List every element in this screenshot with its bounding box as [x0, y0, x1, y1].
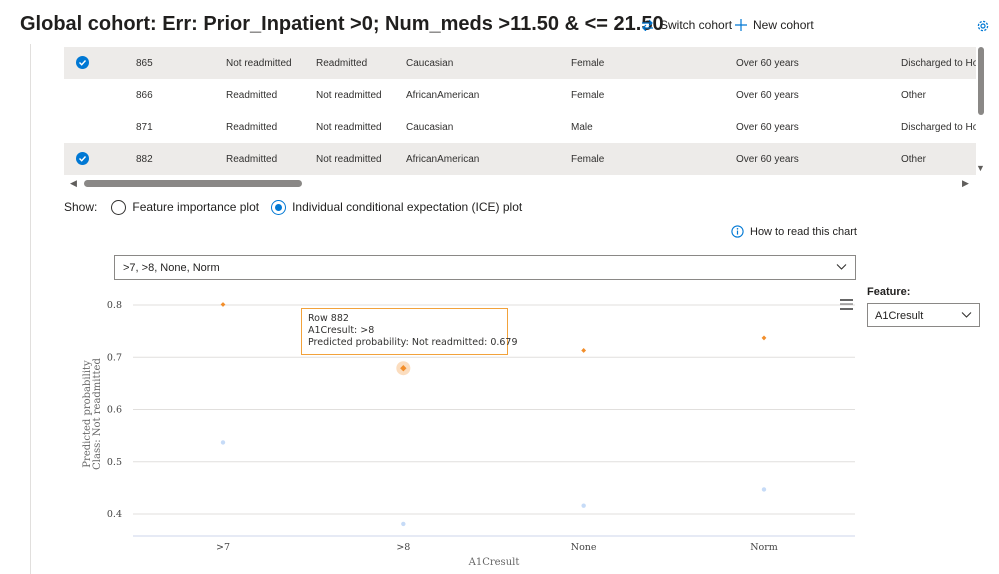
cell-gender: Female	[571, 154, 605, 165]
radio-ice-plot-label[interactable]: Individual conditional expectation (ICE)…	[292, 200, 522, 214]
cell-predicted-y: Not readmitted	[316, 154, 382, 165]
left-divider	[30, 44, 31, 574]
cell-discharge: Other	[901, 154, 927, 165]
table-vertical-scrollbar[interactable]: ▼	[976, 47, 988, 175]
cell-age: Over 60 years	[736, 154, 799, 165]
new-cohort-button[interactable]: New cohort	[735, 18, 814, 32]
table-row[interactable]: 871 Readmitted Not readmitted Caucasian …	[64, 111, 976, 143]
check-icon	[79, 60, 87, 66]
table-row[interactable]: 866 Readmitted Not readmitted AfricanAme…	[64, 79, 976, 111]
x-tick-label: >8	[396, 542, 410, 553]
tooltip-feature: A1Cresult: >8	[308, 325, 375, 336]
radio-ice-plot[interactable]	[271, 199, 287, 215]
data-point-other-series[interactable]	[581, 503, 586, 508]
cell-age: Over 60 years	[736, 58, 799, 69]
cell-race: AfricanAmerican	[406, 154, 480, 165]
radio-feature-importance[interactable]	[111, 199, 127, 215]
cell-gender: Male	[571, 122, 593, 133]
data-point-other-series[interactable]	[761, 487, 767, 492]
data-table: 865 Not readmitted Readmitted Caucasian …	[64, 47, 976, 175]
chart-tooltip: Row 882 A1Cresult: >8 Predicted probabil…	[301, 308, 518, 355]
show-label: Show:	[64, 200, 98, 214]
y-axis-label-line2: Class: Not readmitted	[92, 358, 103, 470]
data-point-selected-series[interactable]	[761, 335, 767, 341]
info-icon	[731, 225, 744, 238]
cell-discharge: Discharged to Hon	[901, 122, 976, 133]
cell-gender: Female	[571, 58, 605, 69]
data-point-other-series[interactable]	[401, 521, 406, 527]
cell-predicted-y: Not readmitted	[316, 90, 382, 101]
data-point-selected-series[interactable]	[220, 302, 226, 307]
y-tick-label: 0.7	[107, 352, 122, 363]
tooltip-row: Row 882	[308, 313, 349, 324]
value-filter-text: >7, >8, None, Norm	[123, 262, 220, 274]
chevron-down-icon	[836, 264, 847, 270]
cell-race: Caucasian	[406, 122, 454, 133]
cell-index: 866	[136, 90, 153, 101]
cohort-title: Global cohort: Err: Prior_Inpatient >0; …	[20, 13, 664, 35]
row-checkbox[interactable]	[76, 152, 89, 165]
cell-true-y: Readmitted	[226, 154, 278, 165]
y-tick-label: 0.8	[107, 300, 122, 311]
how-to-read-link[interactable]: How to read this chart	[731, 225, 857, 238]
feature-dropdown[interactable]: A1Cresult	[867, 303, 980, 327]
cell-discharge: Discharged to Hon	[901, 58, 976, 69]
cell-discharge: Other	[901, 90, 927, 101]
feature-label: Feature:	[867, 286, 911, 298]
cohort-header: Global cohort: Err: Prior_Inpatient >0; …	[0, 0, 999, 46]
feature-value: A1Cresult	[875, 310, 924, 322]
switch-icon	[642, 19, 653, 31]
y-tick-label: 0.5	[107, 457, 122, 468]
switch-cohort-label: Switch cohort	[660, 18, 733, 32]
radio-feature-importance-label[interactable]: Feature importance plot	[132, 200, 259, 214]
table-horizontal-scrollbar[interactable]: ◀ ▶	[64, 177, 976, 189]
scroll-down-arrow-icon[interactable]: ▼	[976, 163, 985, 173]
cell-index: 882	[136, 154, 153, 165]
scroll-right-arrow-icon[interactable]: ▶	[962, 178, 969, 189]
cell-index: 865	[136, 58, 153, 69]
data-point-other-series[interactable]	[220, 440, 226, 445]
cell-race: AfricanAmerican	[406, 90, 480, 101]
data-point-selected-series[interactable]	[581, 348, 587, 353]
show-options: Show: Feature importance plot Individual…	[64, 198, 534, 216]
new-cohort-label: New cohort	[753, 18, 814, 32]
cell-predicted-y: Readmitted	[316, 58, 368, 69]
check-icon	[79, 156, 87, 162]
x-tick-label: Norm	[750, 542, 778, 553]
tooltip-probability: Predicted probability: Not readmitted: 0…	[308, 337, 518, 348]
x-tick-label: None	[571, 542, 597, 553]
cell-true-y: Not readmitted	[226, 58, 292, 69]
how-to-read-label: How to read this chart	[750, 225, 857, 238]
cell-age: Over 60 years	[736, 122, 799, 133]
cell-index: 871	[136, 122, 153, 133]
y-tick-label: 0.6	[107, 405, 122, 416]
y-tick-label: 0.4	[107, 509, 122, 520]
chevron-down-icon	[961, 312, 972, 318]
cell-predicted-y: Not readmitted	[316, 122, 382, 133]
scroll-left-arrow-icon[interactable]: ◀	[70, 178, 77, 189]
cell-race: Caucasian	[406, 58, 454, 69]
table-row[interactable]: 865 Not readmitted Readmitted Caucasian …	[64, 47, 976, 79]
plus-icon	[735, 19, 747, 31]
cell-true-y: Readmitted	[226, 122, 278, 133]
row-checkbox[interactable]	[76, 56, 89, 69]
value-filter-dropdown[interactable]: >7, >8, None, Norm	[114, 255, 856, 280]
cell-true-y: Readmitted	[226, 90, 278, 101]
settings-gear-icon[interactable]	[976, 19, 990, 38]
cell-gender: Female	[571, 90, 605, 101]
x-axis-label: A1Cresult	[468, 557, 520, 568]
cell-age: Over 60 years	[736, 90, 799, 101]
horizontal-scroll-thumb[interactable]	[84, 180, 302, 187]
switch-cohort-button[interactable]: Switch cohort	[641, 18, 732, 32]
table-row[interactable]: 882 Readmitted Not readmitted AfricanAme…	[64, 143, 976, 175]
vertical-scroll-thumb[interactable]	[978, 47, 984, 115]
x-tick-label: >7	[216, 542, 230, 553]
